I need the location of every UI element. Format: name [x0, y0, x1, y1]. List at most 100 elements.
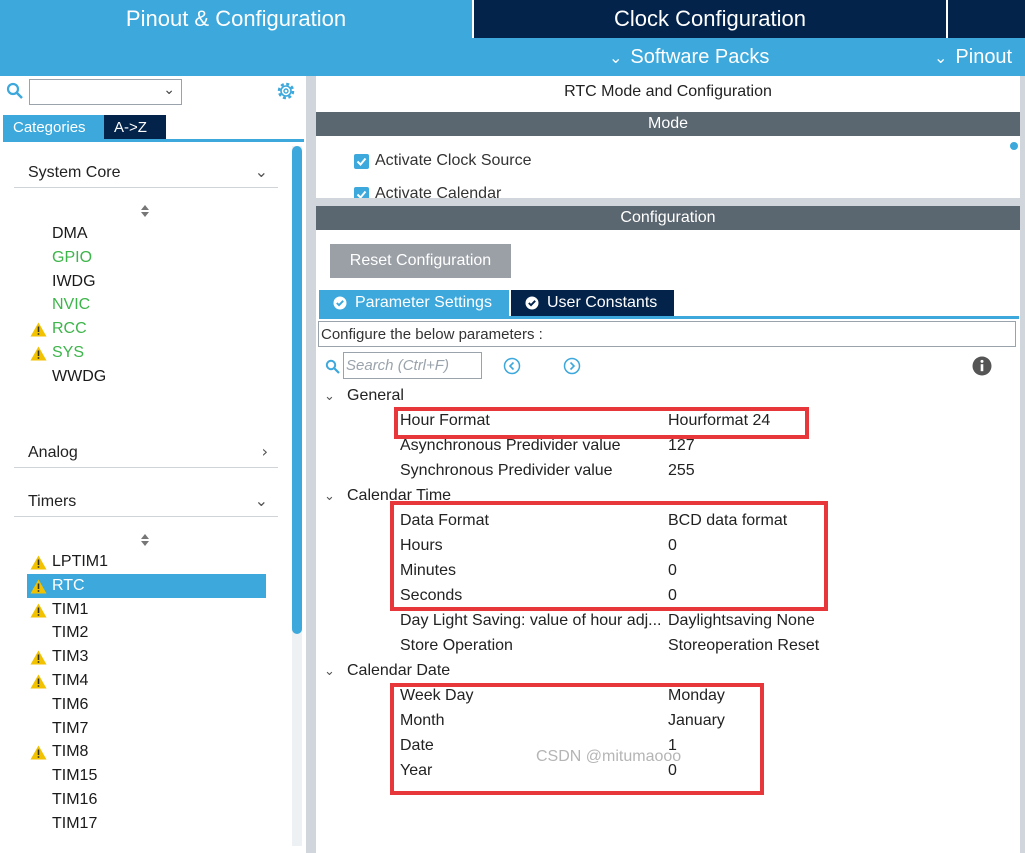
tab-user-constants[interactable]: User Constants — [511, 290, 674, 316]
parameter-row[interactable]: Day Light Saving: value of hour adj... Da… — [400, 610, 1010, 632]
previous-result-icon[interactable] — [503, 357, 521, 375]
tab-parameter-settings-label: Parameter Settings — [355, 294, 492, 311]
peripheral-item-nvic[interactable]: NVIC — [27, 293, 266, 317]
tab-a-z[interactable]: A->Z — [104, 115, 166, 139]
section-system-core[interactable]: System Core ⌄ — [14, 160, 278, 188]
activate-clock-source-label: Activate Clock Source — [375, 152, 532, 169]
tab-user-constants-label: User Constants — [547, 294, 658, 311]
section-timers[interactable]: Timers ⌄ — [14, 489, 278, 517]
peripheral-label: TIM3 — [52, 648, 89, 666]
section-system-core-label: System Core — [28, 164, 121, 181]
pinout-menu-label: Pinout — [955, 45, 1013, 68]
parameter-row[interactable]: Synchronous Predivider value 255 — [400, 460, 1010, 482]
info-icon[interactable] — [972, 356, 992, 376]
rtc-config-panel: RTC Mode and Configuration Mode Activate… — [316, 76, 1025, 853]
stm32cubemx-window: Pinout & Configuration Clock Configurati… — [0, 0, 1025, 853]
mode-header: Mode — [316, 112, 1020, 136]
warning-icon — [30, 745, 47, 760]
peripheral-item-iwdg[interactable]: IWDG — [27, 270, 266, 294]
parameter-value[interactable]: 127 — [668, 437, 695, 455]
chevron-down-icon: ⌄ — [163, 82, 175, 98]
group-calendar-date[interactable]: ⌄ Calendar Date — [324, 660, 450, 682]
highlight-calendar-date — [390, 683, 764, 795]
sort-icon[interactable] — [139, 533, 151, 547]
peripheral-item-sys[interactable]: SYS — [27, 341, 266, 365]
warning-icon — [30, 346, 47, 361]
checkbox-checked-icon — [354, 153, 369, 169]
sort-icon[interactable] — [139, 204, 151, 218]
parameter-name: Asynchronous Predivider value — [400, 437, 621, 454]
chevron-down-icon: ⌄ — [254, 491, 268, 510]
software-packs-menu[interactable]: ⌄ Software Packs — [609, 38, 769, 76]
peripheral-label: TIM4 — [52, 672, 89, 689]
peripheral-item-wwdg[interactable]: WWDG — [27, 365, 266, 389]
peripheral-label: IWDG — [52, 272, 96, 290]
peripheral-label: SYS — [52, 344, 85, 361]
parameter-search-input[interactable]: Search (Ctrl+F) — [343, 352, 482, 379]
peripheral-item-rtc[interactable]: RTC — [27, 573, 266, 598]
section-analog[interactable]: Analog › — [14, 440, 278, 468]
parameter-row[interactable]: Store Operation Storeoperation Reset — [400, 635, 1010, 657]
parameter-value[interactable]: Daylightsaving None — [668, 612, 815, 630]
peripheral-label: TIM1 — [52, 600, 89, 618]
activate-clock-source-checkbox[interactable]: Activate Clock Source — [354, 150, 532, 172]
peripheral-item-tim7[interactable]: TIM7 — [27, 717, 266, 741]
watermark: CSDN @mitumaooo — [536, 748, 682, 765]
tab-clock-configuration[interactable]: Clock Configuration — [474, 0, 946, 38]
section-timers-label: Timers — [28, 493, 77, 510]
peripheral-item-lptim1[interactable]: LPTIM1 — [27, 550, 266, 574]
peripheral-item-tim16[interactable]: TIM16 — [27, 788, 266, 812]
peripheral-item-tim8[interactable]: TIM8 — [27, 740, 266, 764]
tab-parameter-settings[interactable]: Parameter Settings — [319, 290, 509, 316]
warning-icon — [30, 603, 47, 618]
peripheral-item-tim2[interactable]: TIM2 — [27, 621, 266, 645]
peripheral-label: TIM15 — [52, 767, 98, 785]
peripheral-item-tim15[interactable]: TIM15 — [27, 764, 266, 788]
warning-icon — [30, 322, 47, 337]
parameter-name: Synchronous Predivider value — [400, 462, 613, 479]
peripheral-label: TIM2 — [52, 624, 89, 642]
section-splitter[interactable] — [316, 198, 1025, 206]
peripheral-item-tim6[interactable]: TIM6 — [27, 693, 266, 717]
warning-icon — [30, 674, 47, 689]
gear-icon[interactable] — [275, 80, 297, 102]
mode-scrollbar[interactable] — [1010, 142, 1018, 150]
configure-hint: Configure the below parameters : — [318, 321, 1016, 347]
parameter-name: Day Light Saving: value of hour adj... — [400, 612, 662, 629]
chevron-right-icon: › — [261, 442, 268, 461]
next-result-icon[interactable] — [563, 357, 581, 375]
panel-splitter[interactable] — [306, 76, 316, 853]
tab-categories[interactable]: Categories — [3, 115, 104, 139]
peripheral-item-dma[interactable]: DMA — [27, 222, 266, 246]
peripheral-item-tim4[interactable]: TIM4 — [27, 669, 266, 693]
parameter-value[interactable]: Storeoperation Reset — [668, 637, 819, 655]
search-icon[interactable] — [325, 359, 340, 374]
peripheral-label: LPTIM1 — [52, 553, 109, 570]
peripheral-item-tim3[interactable]: TIM3 — [27, 645, 266, 669]
chevron-down-icon: ⌄ — [254, 162, 268, 181]
pinout-menu[interactable]: ⌄ Pinout — [934, 38, 1012, 76]
warning-icon — [30, 555, 47, 570]
peripheral-label: TIM8 — [52, 743, 89, 761]
peripheral-item-tim17[interactable]: TIM17 — [27, 812, 266, 836]
peripheral-item-gpio[interactable]: GPIO — [27, 246, 266, 270]
peripheral-label: TIM6 — [52, 695, 89, 713]
category-search-select[interactable]: ⌄ — [29, 79, 182, 105]
tab-pinout-configuration[interactable]: Pinout & Configuration — [0, 0, 472, 38]
activate-calendar-checkbox[interactable]: Activate Calendar — [354, 183, 501, 198]
warning-icon — [30, 650, 47, 665]
group-general[interactable]: ⌄ General — [324, 385, 404, 407]
configuration-header: Configuration — [316, 206, 1020, 230]
reset-configuration-button[interactable]: Reset Configuration — [330, 244, 511, 278]
software-packs-label: Software Packs — [630, 45, 770, 68]
chevron-down-icon: ⌄ — [609, 47, 623, 67]
tab-more[interactable] — [948, 0, 1025, 38]
parameter-value[interactable]: 255 — [668, 462, 695, 480]
peripheral-item-tim1[interactable]: TIM1 — [27, 598, 266, 622]
search-icon[interactable] — [6, 82, 24, 100]
peripheral-item-rcc[interactable]: RCC — [27, 317, 266, 341]
left-scrollbar-thumb[interactable] — [292, 146, 302, 634]
peripheral-label: TIM7 — [52, 719, 89, 737]
left-tabs: Categories A->Z — [3, 115, 166, 139]
peripheral-label: RCC — [52, 320, 87, 338]
